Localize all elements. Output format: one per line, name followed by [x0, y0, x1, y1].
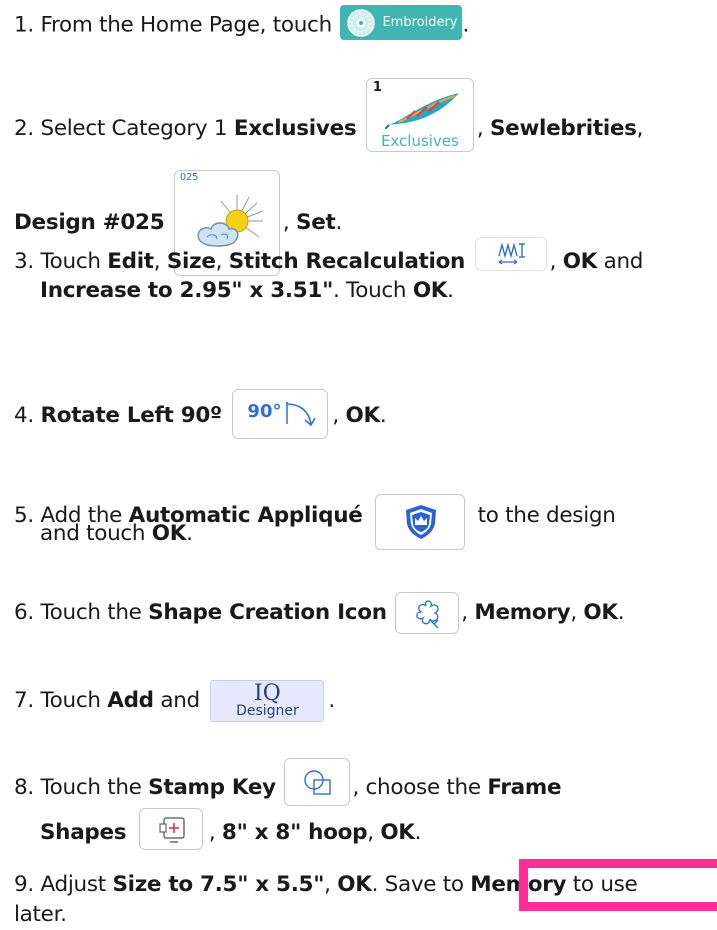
shape-creation-icon — [412, 598, 444, 630]
rotate-left-90-button[interactable]: 90° — [232, 389, 329, 439]
step-number: 7. — [14, 688, 34, 713]
automatic-applique-button[interactable] — [375, 494, 466, 550]
step-number: 4. — [14, 403, 34, 428]
frame-shapes-icon — [158, 815, 188, 845]
feather-icon — [384, 89, 463, 129]
crown-shield-icon — [404, 504, 438, 540]
stitch-recalculation-icon — [497, 242, 527, 266]
step-number: 1. — [14, 12, 34, 38]
step-number: 3. — [14, 249, 34, 274]
stamp-key-button[interactable] — [284, 758, 351, 806]
embroidery-button[interactable]: Embroidery — [340, 5, 463, 40]
highlight-box — [519, 859, 717, 911]
rotate-arrow-icon — [285, 402, 317, 428]
step-number: 8. — [14, 775, 34, 800]
embroidery-label: Embroidery — [382, 15, 458, 30]
step-number: 5. — [14, 503, 34, 528]
embroidery-icon — [346, 8, 376, 38]
shape-creation-button[interactable] — [395, 592, 460, 634]
step-number: 9. — [14, 872, 34, 897]
step-number: 2. — [14, 116, 34, 141]
stitch-recalculation-button[interactable] — [474, 237, 547, 271]
stamp-icon — [303, 769, 333, 797]
step-number: 6. — [14, 600, 34, 625]
iq-designer-button[interactable]: IQ Designer — [210, 680, 325, 722]
exclusives-category-tile[interactable]: 1 Exclusives — [365, 78, 474, 152]
frame-shapes-button[interactable] — [138, 808, 203, 850]
